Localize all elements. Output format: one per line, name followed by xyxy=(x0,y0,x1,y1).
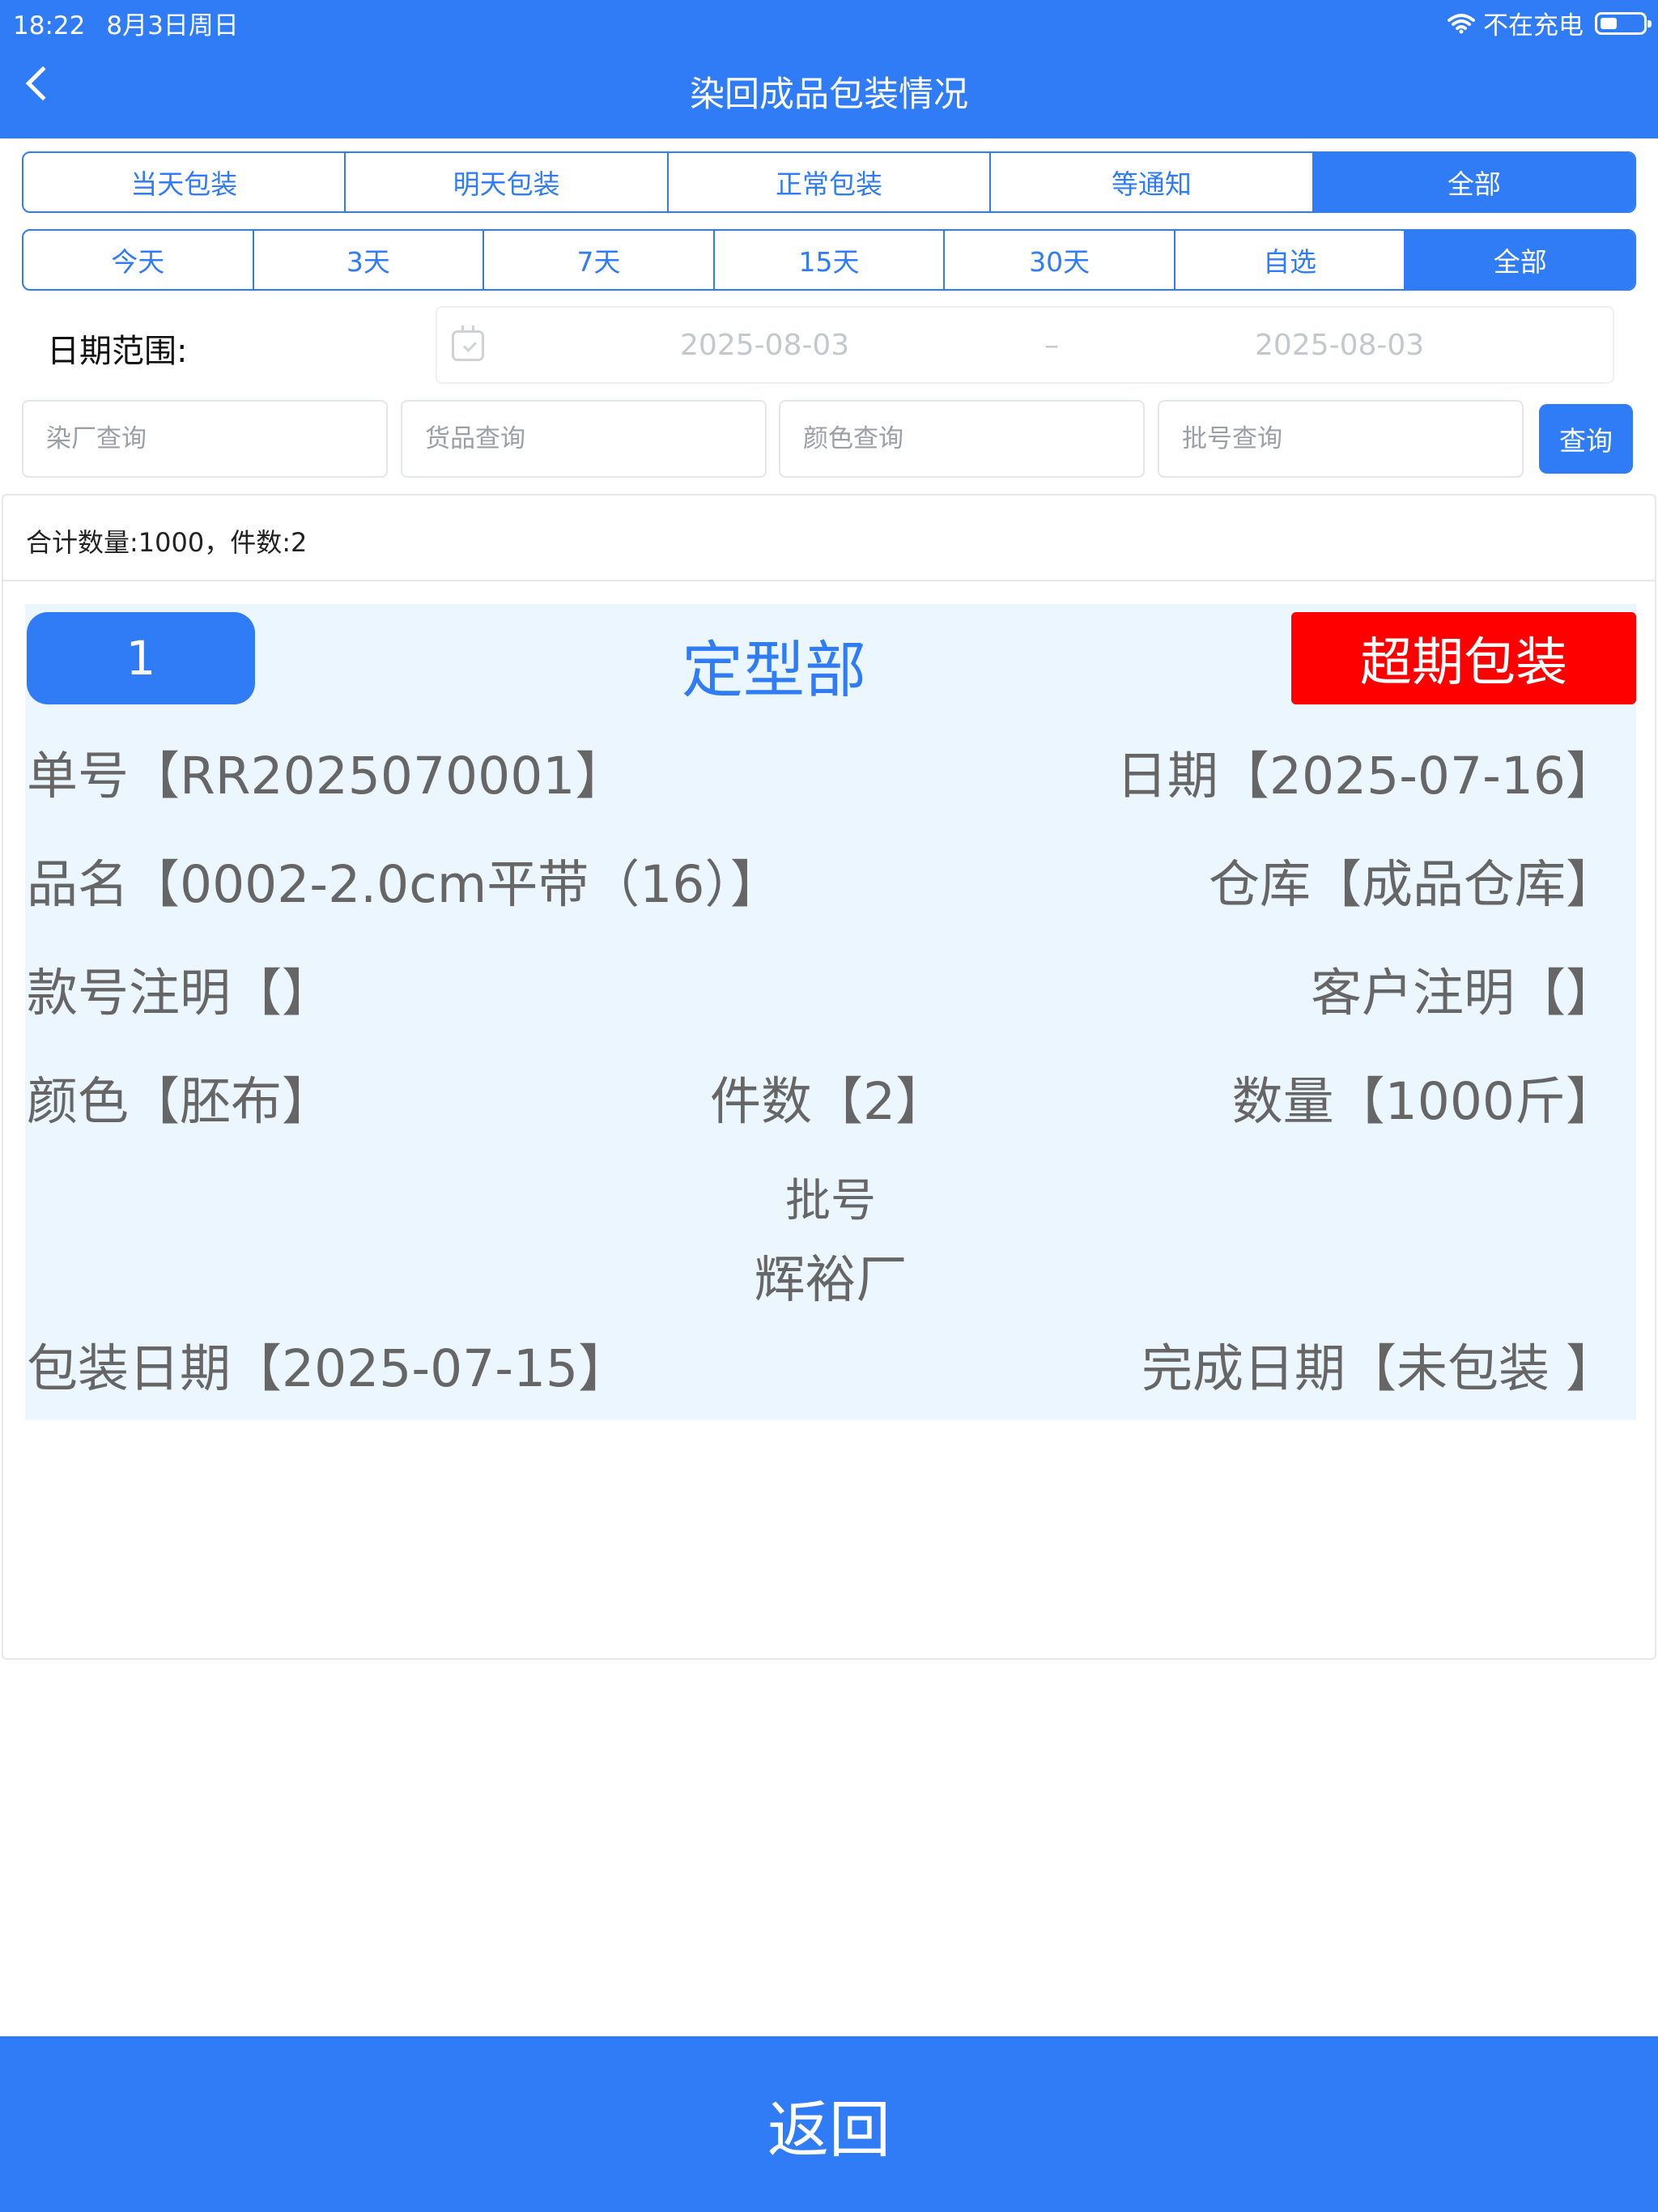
calendar-icon xyxy=(452,325,484,361)
goods-search-input[interactable] xyxy=(401,400,767,478)
page-title: 染回成品包装情况 xyxy=(690,74,968,115)
pieces-field: 件数【2】 xyxy=(710,1072,947,1131)
batch-search-input[interactable] xyxy=(1158,400,1524,478)
batch-label: 批号 xyxy=(785,1175,876,1227)
color-search-input[interactable] xyxy=(779,400,1145,478)
back-button[interactable]: 返回 xyxy=(0,2036,1658,2212)
style-note: 款号注明【】 xyxy=(27,963,333,1023)
tab-wait-notice[interactable]: 等通知 xyxy=(991,153,1314,211)
product-name: 品名【0002-2.0cm平带（16）】 xyxy=(27,855,781,914)
warehouse: 仓库【成品仓库】 xyxy=(1209,855,1617,914)
tab-today[interactable]: 今天 xyxy=(23,231,254,289)
tab-3days[interactable]: 3天 xyxy=(254,231,485,289)
status-time: 18:22 xyxy=(13,11,86,40)
quantity-field: 数量【1000斤】 xyxy=(1231,1072,1617,1131)
date-separator: – xyxy=(1044,329,1059,362)
time-range-tabs: 今天 3天 7天 15天 30天 自选 全部 xyxy=(22,229,1636,291)
summary-text: 合计数量:1000，件数:2 xyxy=(26,527,308,558)
tab-30days[interactable]: 30天 xyxy=(945,231,1175,289)
status-date: 8月3日周日 xyxy=(106,11,239,40)
tab-7days[interactable]: 7天 xyxy=(484,231,715,289)
status-bar-right: 不在充电 xyxy=(1448,5,1652,41)
pack-date: 包装日期【2025-07-15】 xyxy=(27,1339,630,1398)
divider xyxy=(3,580,1655,581)
date-end[interactable]: 2025-08-03 xyxy=(1255,329,1424,362)
charging-status: 不在充电 xyxy=(1483,11,1584,40)
order-date: 日期【2025-07-16】 xyxy=(1116,747,1617,806)
order-number: 单号【RR2025070001】 xyxy=(27,747,627,806)
wifi-icon xyxy=(1448,13,1475,33)
dye-factory-search-input[interactable] xyxy=(22,400,388,478)
results-panel: 合计数量:1000，件数:2 1 定型部 超期包装 单号【RR202507000… xyxy=(2,494,1656,1660)
battery-icon xyxy=(1595,11,1652,35)
tab-15days[interactable]: 15天 xyxy=(715,231,946,289)
tab-today-pack[interactable]: 当天包装 xyxy=(23,153,346,211)
package-type-tabs: 当天包装 明天包装 正常包装 等通知 全部 xyxy=(22,151,1636,213)
status-badge: 超期包装 xyxy=(1291,612,1636,704)
date-start[interactable]: 2025-08-03 xyxy=(680,329,849,362)
color-field: 颜色【胚布】 xyxy=(27,1072,333,1131)
finish-date: 完成日期【未包装 】 xyxy=(1141,1339,1617,1398)
date-range-label: 日期范围: xyxy=(47,333,188,370)
query-button[interactable]: 查询 xyxy=(1539,404,1633,474)
app-header: 18:22 8月3日周日 不在充电 染回成品包装情况 xyxy=(0,0,1658,138)
tab-all-pack[interactable]: 全部 xyxy=(1313,153,1635,211)
tab-tomorrow-pack[interactable]: 明天包装 xyxy=(346,153,669,211)
record-card[interactable]: 1 定型部 超期包装 单号【RR2025070001】 日期【2025-07-1… xyxy=(25,604,1636,1420)
tab-all-time[interactable]: 全部 xyxy=(1405,231,1635,289)
tab-custom[interactable]: 自选 xyxy=(1175,231,1406,289)
factory-name: 辉裕厂 xyxy=(754,1250,908,1309)
tab-normal-pack[interactable]: 正常包装 xyxy=(669,153,992,211)
status-bar-left: 18:22 8月3日周日 xyxy=(13,5,260,41)
customer-note: 客户注明【】 xyxy=(1311,963,1617,1023)
date-range-picker[interactable]: 2025-08-03 – 2025-08-03 xyxy=(436,306,1614,384)
